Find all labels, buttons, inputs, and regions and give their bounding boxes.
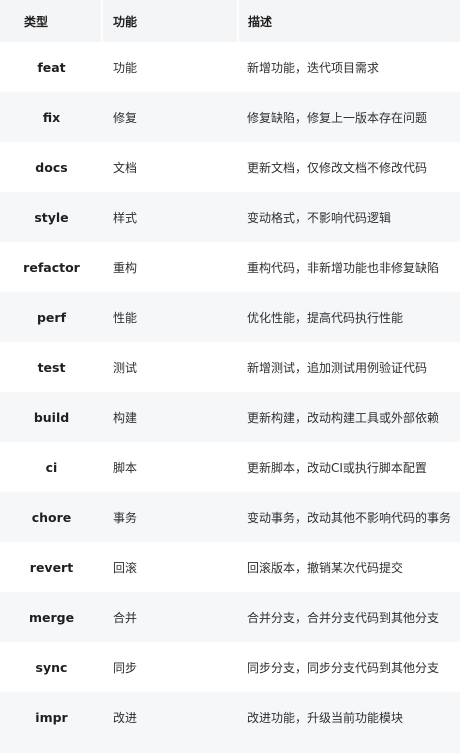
table-row-function: 重构 [103,242,239,292]
table-row-function: 构建 [103,392,239,442]
table-row-description: 重构代码，非新增功能也非修复缺陷 [239,242,460,292]
table-row-type: impr [0,692,103,742]
table-row-description: 合并分支，合并分支代码到其他分支 [239,592,460,642]
table-row-description: 变动事务，改动其他不影响代码的事务 [239,492,460,542]
table-row-function: 性能 [103,292,239,342]
table-row-type: fix [0,92,103,142]
table-row-function: 事务 [103,492,239,542]
table-row-function: 合并 [103,592,239,642]
table-row-function: 测试 [103,342,239,392]
table-row-function: 脚本 [103,442,239,492]
table-row-description: 同步分支，同步分支代码到其他分支 [239,642,460,692]
table-row-type: style [0,192,103,242]
table-row-description: 优化性能，提高代码执行性能 [239,292,460,342]
table-row-type: ci [0,442,103,492]
header-type: 类型 [0,0,103,42]
table-row-type: sync [0,642,103,692]
table-row-description: 更新脚本，改动CI或执行脚本配置 [239,442,460,492]
table-row-function: 功能 [103,42,239,92]
table-row-function: 文档 [103,142,239,192]
table-row-function: 样式 [103,192,239,242]
table-row-function: 改进 [103,692,239,742]
table-row-description: 新增功能，迭代项目需求 [239,42,460,92]
table-row-type: perf [0,292,103,342]
table-row-type: revert [0,542,103,592]
table-row-function: 同步 [103,642,239,692]
table-row-description: 更新文档，仅修改文档不修改代码 [239,142,460,192]
commit-type-table: 类型 功能 描述 feat 功能 新增功能，迭代项目需求 fix 修复 修复缺陷… [0,0,460,753]
table-row-description: 回滚版本，撤销某次代码提交 [239,542,460,592]
table-row-type: chore [0,492,103,542]
table-row-description: 新增测试，追加测试用例验证代码 [239,342,460,392]
header-description: 描述 [239,0,460,42]
header-function: 功能 [103,0,239,42]
table-row-type: build [0,392,103,442]
table-row-function: 修复 [103,92,239,142]
table-row-type: refactor [0,242,103,292]
table-row-description: 修复缺陷，修复上一版本存在问题 [239,92,460,142]
table-bottom-edge [0,742,460,753]
table-row-type: docs [0,142,103,192]
table-row-description: 改进功能，升级当前功能模块 [239,692,460,742]
table-row-function: 回滚 [103,542,239,592]
table-row-type: merge [0,592,103,642]
table-row-type: feat [0,42,103,92]
table-row-description: 更新构建，改动构建工具或外部依赖 [239,392,460,442]
table-row-description: 变动格式，不影响代码逻辑 [239,192,460,242]
table-row-type: test [0,342,103,392]
